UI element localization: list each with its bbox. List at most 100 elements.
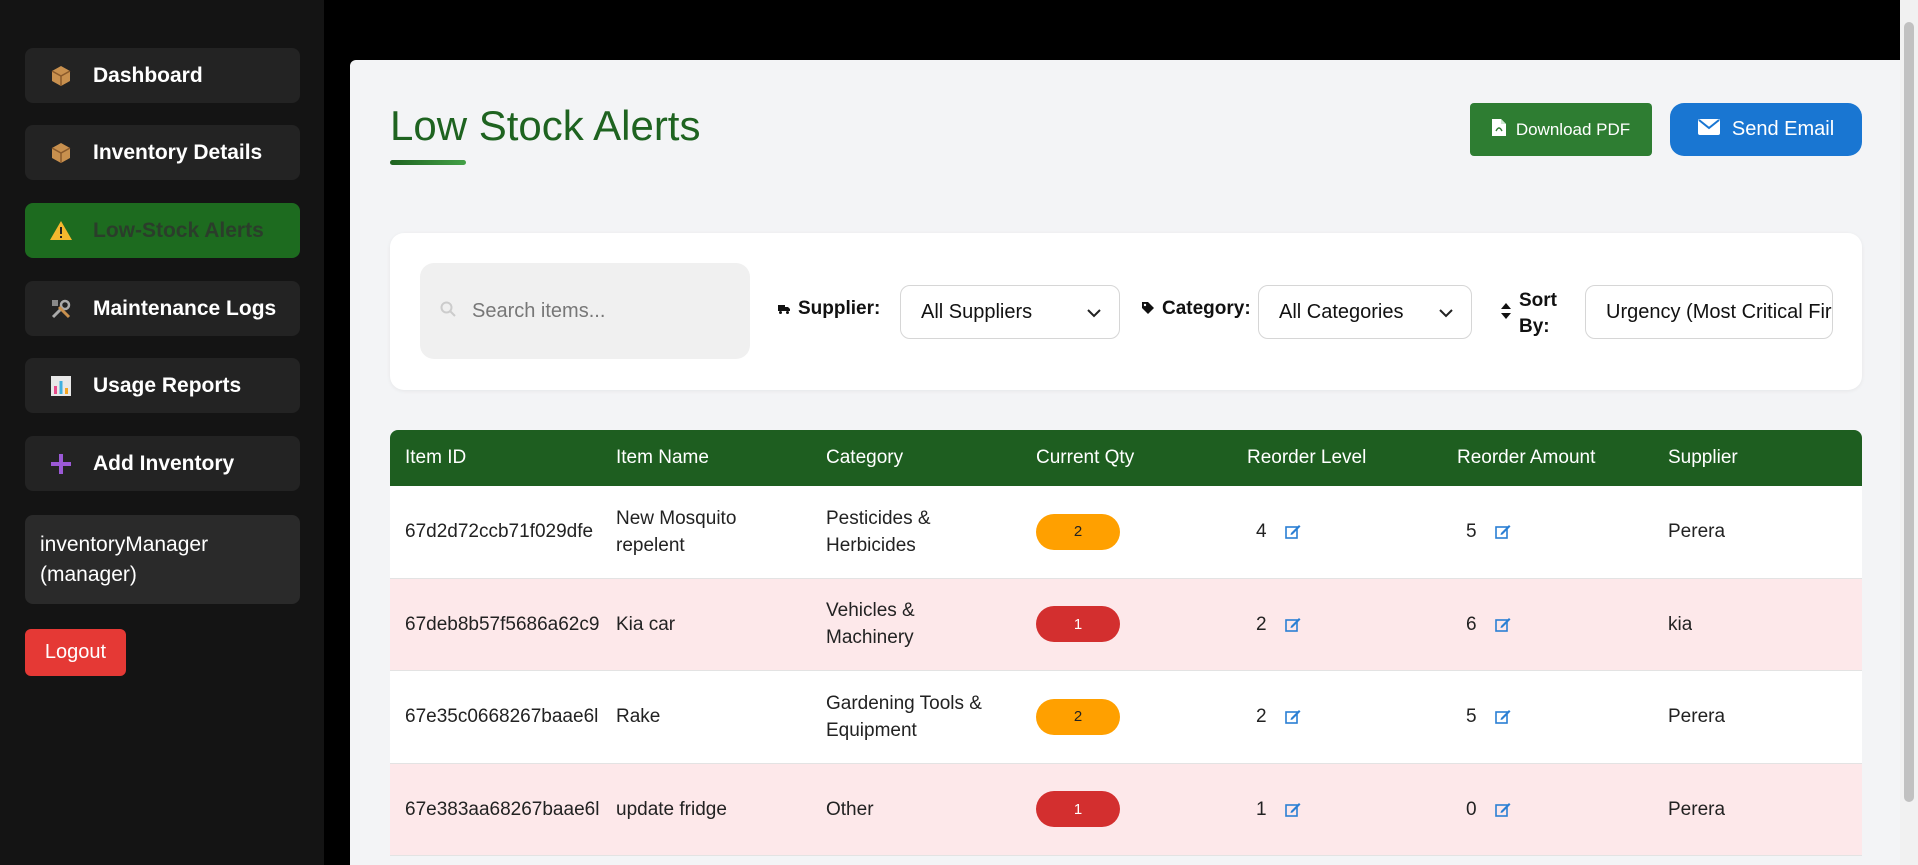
- category-filter-label: Category:: [1142, 298, 1251, 320]
- table-header: Item ID Item Name Category Current Qty R…: [390, 430, 1862, 486]
- tools-icon: [47, 295, 75, 323]
- sidebar-item-label: Dashboard: [93, 63, 203, 87]
- main-content: Low Stock Alerts Download PDF Send Email: [350, 60, 1910, 865]
- search-box[interactable]: [420, 263, 750, 359]
- column-header: Reorder Amount: [1457, 447, 1596, 468]
- user-role: (manager): [40, 563, 137, 586]
- current-qty-cell: 2: [1036, 671, 1120, 763]
- low-stock-table: Item ID Item Name Category Current Qty R…: [390, 430, 1862, 856]
- item-id-cell: 67e35c0668267baae6l: [405, 706, 599, 728]
- sidebar-item-label: Add Inventory: [93, 451, 235, 475]
- search-icon: [440, 301, 456, 322]
- chevron-down-icon: [1087, 301, 1101, 324]
- package-icon: [47, 139, 75, 167]
- warning-icon: [47, 217, 75, 245]
- current-qty-cell: 1: [1036, 579, 1120, 671]
- edit-icon[interactable]: [1494, 709, 1511, 725]
- page-title: Low Stock Alerts: [390, 102, 701, 149]
- category-cell: Vehicles & Machinery: [826, 600, 915, 649]
- tag-icon: [1142, 298, 1154, 320]
- logout-button[interactable]: Logout: [25, 629, 126, 676]
- item-name-cell: update fridge: [616, 798, 727, 820]
- scrollbar[interactable]: [1900, 0, 1918, 865]
- supplier-filter-label: Supplier:: [778, 298, 880, 320]
- sort-icon: [1501, 303, 1511, 325]
- edit-icon[interactable]: [1284, 802, 1301, 817]
- item-name-cell: Kia car: [616, 613, 676, 635]
- send-email-button[interactable]: Send Email: [1670, 103, 1862, 156]
- category-cell: Pesticides & Herbicides: [826, 507, 931, 556]
- chevron-down-icon: [1439, 301, 1453, 324]
- table-row: 67deb8b57f5686a62c9 Kia car Vehicles & Ma…: [390, 578, 1862, 671]
- supplier-cell: Perera: [1668, 798, 1726, 820]
- edit-icon[interactable]: [1494, 524, 1511, 540]
- scrollbar-thumb[interactable]: [1904, 22, 1914, 802]
- title-underline: [390, 160, 466, 165]
- sidebar-item-dashboard[interactable]: Dashboard: [25, 48, 300, 103]
- edit-icon[interactable]: [1494, 802, 1511, 817]
- supplier-cell: Perera: [1668, 706, 1726, 728]
- bar-chart-icon: [47, 372, 75, 400]
- edit-icon[interactable]: [1494, 617, 1511, 632]
- qty-badge: 1: [1036, 791, 1120, 828]
- category-cell: Other: [826, 798, 874, 820]
- sort-filter-label: Sort By:: [1501, 288, 1557, 340]
- download-pdf-button[interactable]: Download PDF: [1470, 103, 1652, 156]
- supplier-cell: Perera: [1668, 521, 1726, 543]
- current-qty-cell: 1: [1036, 764, 1120, 856]
- qty-badge: 2: [1036, 513, 1120, 550]
- reorder-amount-cell: 5: [1466, 671, 1511, 763]
- package-icon: [47, 62, 75, 90]
- item-id-cell: 67e383aa68267baae6l: [405, 798, 600, 820]
- sidebar-item-label: Low-Stock Alerts: [93, 218, 264, 242]
- sidebar-item-maintenance-logs[interactable]: Maintenance Logs: [25, 281, 300, 336]
- sidebar: Dashboard Inventory Details Low-Stock Al…: [0, 0, 324, 865]
- reorder-amount-cell: 0: [1466, 764, 1511, 856]
- reorder-level-cell: 4: [1256, 486, 1301, 578]
- column-header: Item ID: [405, 447, 467, 468]
- table-row: 67e383aa68267baae6l update fridge Other …: [390, 763, 1862, 856]
- item-name-cell: New Mosquito repelent: [616, 507, 737, 556]
- item-id-cell: 67d2d72ccb71f029dfe: [405, 521, 594, 543]
- table-row: 67d2d72ccb71f029dfe New Mosquito repelent…: [390, 486, 1862, 579]
- table-row: 67e35c0668267baae6l Rake Gardening Tools…: [390, 671, 1862, 764]
- app-root: Dashboard Inventory Details Low-Stock Al…: [0, 0, 1918, 865]
- envelope-icon: [1697, 118, 1720, 141]
- column-header: Supplier: [1668, 447, 1738, 468]
- column-header: Current Qty: [1036, 447, 1135, 468]
- sidebar-item-label: Maintenance Logs: [93, 296, 277, 320]
- reorder-level-cell: 2: [1256, 579, 1301, 671]
- item-name-cell: Rake: [616, 706, 661, 728]
- current-qty-cell: 2: [1036, 486, 1120, 578]
- truck-icon: [778, 298, 790, 320]
- column-header: Item Name: [616, 447, 709, 468]
- sidebar-item-label: Inventory Details: [93, 140, 263, 164]
- filter-card: Supplier: All Suppliers Category: All Ca…: [390, 233, 1862, 390]
- reorder-level-cell: 1: [1256, 764, 1301, 856]
- column-header: Category: [826, 447, 904, 468]
- edit-icon[interactable]: [1284, 524, 1301, 540]
- send-email-label: Send Email: [1731, 118, 1835, 140]
- plus-icon: [47, 450, 75, 478]
- item-id-cell: 67deb8b57f5686a62c9: [405, 613, 600, 635]
- edit-icon[interactable]: [1284, 709, 1301, 725]
- edit-icon[interactable]: [1284, 617, 1301, 632]
- supplier-select[interactable]: All Suppliers: [900, 285, 1120, 339]
- pdf-file-icon: [1491, 118, 1506, 141]
- sidebar-item-inventory-details[interactable]: Inventory Details: [25, 125, 300, 180]
- sidebar-item-add-inventory[interactable]: Add Inventory: [25, 436, 300, 491]
- user-info: inventoryManager (manager): [25, 515, 300, 604]
- sidebar-item-low-stock-alerts[interactable]: Low-Stock Alerts: [25, 203, 300, 258]
- search-input[interactable]: [472, 299, 732, 323]
- column-header: Reorder Level: [1247, 447, 1367, 468]
- username: inventoryManager: [40, 533, 209, 556]
- reorder-amount-cell: 5: [1466, 486, 1511, 578]
- supplier-cell: kia: [1668, 613, 1693, 635]
- sidebar-item-label: Usage Reports: [93, 373, 242, 397]
- qty-badge: 2: [1036, 698, 1120, 735]
- category-select[interactable]: All Categories: [1258, 285, 1472, 339]
- download-pdf-label: Download PDF: [1515, 119, 1631, 139]
- sort-select[interactable]: Urgency (Most Critical First): [1585, 285, 1833, 339]
- sidebar-item-usage-reports[interactable]: Usage Reports: [25, 358, 300, 413]
- qty-badge: 1: [1036, 606, 1120, 643]
